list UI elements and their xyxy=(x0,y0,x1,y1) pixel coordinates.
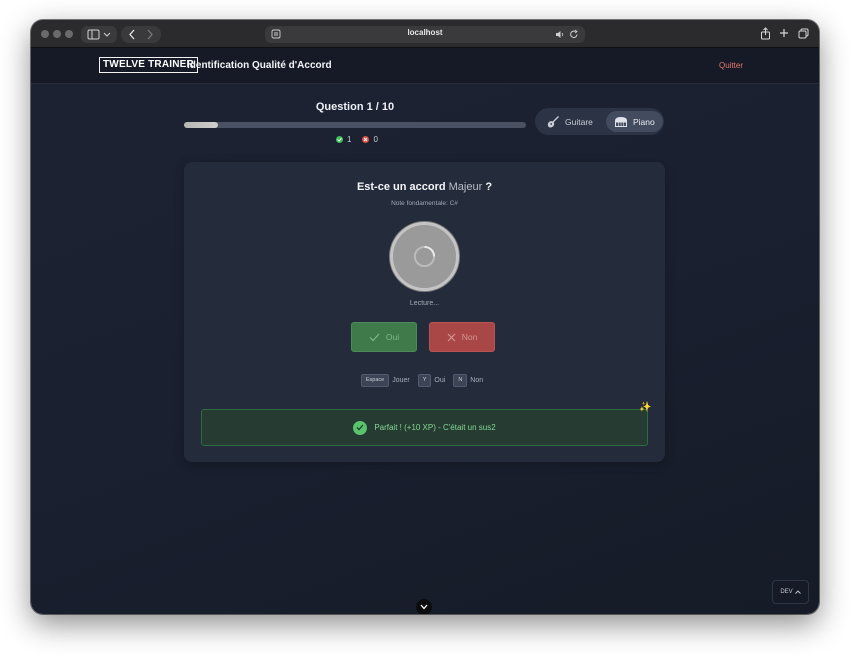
logo[interactable]: TWELVE TRAINER xyxy=(99,57,198,73)
question-counter: Question 1 / 10 xyxy=(315,101,395,113)
chevron-up-icon xyxy=(794,590,801,594)
forward-icon[interactable] xyxy=(147,29,153,40)
root-note: Note fondamentale: C# xyxy=(391,200,458,207)
check-icon xyxy=(369,333,380,341)
browser-toolbar: localhost xyxy=(31,20,819,48)
sidebar-icon xyxy=(87,29,111,40)
yes-button[interactable]: Oui xyxy=(351,322,417,352)
address-text: localhost xyxy=(407,28,443,37)
correct-icon xyxy=(336,136,343,143)
keyboard-shortcuts: Espace Jouer Y Oui N Non xyxy=(184,374,665,387)
reload-icon[interactable] xyxy=(569,29,579,40)
wrong-icon xyxy=(362,136,370,143)
check-circle-icon xyxy=(353,420,368,435)
sparkle-icon: ✨ xyxy=(639,402,652,413)
address-bar[interactable]: localhost xyxy=(265,26,585,43)
speaker-icon[interactable] xyxy=(555,30,565,39)
app-header: TWELVE TRAINER Identification Qualité d'… xyxy=(31,48,819,84)
back-icon[interactable] xyxy=(129,29,135,40)
score-summary: 1 0 xyxy=(336,135,378,144)
kbd-space: Espace xyxy=(360,374,390,387)
instrument-option-guitar[interactable]: Guitare xyxy=(538,111,601,132)
kbd-y: Y xyxy=(417,374,432,387)
progress-bar xyxy=(184,122,526,128)
correct-count: 1 xyxy=(347,135,352,144)
close-window-button[interactable] xyxy=(41,30,49,38)
play-button[interactable] xyxy=(390,222,459,291)
browser-window: localhost TWELVE TRAINER Identification … xyxy=(31,20,819,614)
minimize-window-button[interactable] xyxy=(53,30,61,38)
share-icon[interactable] xyxy=(760,27,771,40)
new-tab-icon[interactable] xyxy=(779,28,789,38)
chevron-down-icon xyxy=(420,604,428,610)
tab-overview-icon[interactable] xyxy=(798,28,809,39)
sidebar-toggle-button[interactable] xyxy=(81,26,117,43)
piano-icon xyxy=(615,116,627,127)
navigation-buttons xyxy=(121,26,161,43)
quit-button[interactable]: Quitter xyxy=(719,61,743,70)
page-title: Identification Qualité d'Accord xyxy=(187,60,332,71)
chord-quality: Majeur xyxy=(448,181,483,193)
question-text: Est-ce un accord Majeur ? xyxy=(356,181,493,193)
progress-fill xyxy=(184,122,219,128)
instrument-option-piano[interactable]: Piano xyxy=(606,111,663,132)
quiz-card: Est-ce un accord Majeur ? Note fondament… xyxy=(184,162,665,462)
wrong-count: 0 xyxy=(373,135,378,144)
dev-toggle-button[interactable]: DEV xyxy=(772,580,809,604)
no-button[interactable]: Non xyxy=(429,322,495,352)
guitar-icon xyxy=(547,115,559,128)
playback-status: Lecture... xyxy=(409,300,440,307)
kbd-n: N xyxy=(453,374,468,387)
loading-spinner-icon xyxy=(413,245,436,268)
feedback-banner: Parfait ! (+10 XP) - C'était un sus2 xyxy=(201,409,648,446)
zoom-window-button[interactable] xyxy=(65,30,73,38)
scroll-down-button[interactable] xyxy=(416,599,432,614)
x-icon xyxy=(447,333,456,341)
instrument-toggle: Guitare Piano xyxy=(535,108,664,135)
feedback-text: Parfait ! (+10 XP) - C'était un sus2 xyxy=(374,423,496,432)
